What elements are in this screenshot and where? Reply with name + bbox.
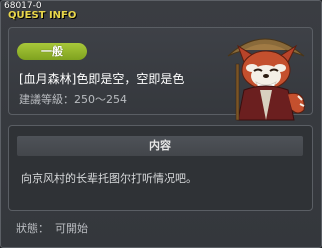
window-title: QUEST INFO: [8, 10, 77, 21]
quest-name: [血月森林]色即是空，空即是色: [19, 72, 185, 86]
status-label: 狀態：: [16, 222, 49, 235]
quest-category-badge: 一般: [17, 43, 87, 60]
quest-content-panel: 内容 向京风村的长辈托图尔打听情况吧。: [8, 125, 313, 211]
quest-info-window: 68017-0 QUEST INFO 一般 [血月森林]色即是空，空即是色 建議…: [0, 0, 322, 248]
status-value: 可開始: [55, 222, 88, 235]
content-text: 向京风村的长辈托图尔打听情况吧。: [21, 172, 197, 185]
quest-status: 狀態： 可開始: [16, 220, 88, 236]
content-header: 内容: [17, 136, 303, 156]
red-panda-npc-portrait-icon: [227, 38, 305, 121]
level-requirement: 建議等級：250〜254: [19, 93, 127, 106]
quest-header-panel: 一般 [血月森林]色即是空，空即是色 建議等級：250〜254: [8, 27, 313, 121]
title-bar[interactable]: QUEST INFO: [1, 10, 321, 24]
